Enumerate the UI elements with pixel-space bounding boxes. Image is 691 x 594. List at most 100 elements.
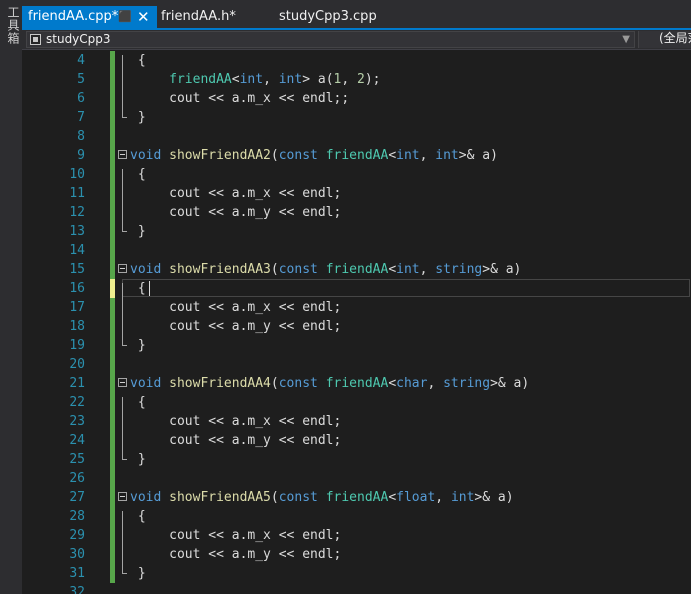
code-text: void showFriendAA4(const friendAA<char, …	[130, 374, 529, 393]
code-token: {	[137, 167, 146, 182]
code-token: char	[396, 376, 428, 391]
code-editor[interactable]: 4 {5 friendAA<int, int> a(1, 2); 6 cout <…	[22, 50, 691, 594]
code-line[interactable]: 21 void showFriendAA4(const friendAA<char…	[22, 374, 691, 393]
change-marker	[110, 488, 115, 507]
code-token: }	[137, 338, 146, 353]
change-marker	[110, 184, 115, 203]
code-token: string	[435, 262, 483, 277]
tab-friendaa-h[interactable]: friendAA.h*	[161, 6, 236, 28]
line-number: 15	[69, 262, 85, 277]
code-token: (	[325, 72, 334, 87]
block-guide-end	[122, 117, 127, 118]
code-token: (	[270, 148, 279, 163]
text-caret	[148, 281, 150, 296]
tab-studycpp3-cpp[interactable]: studyCpp3.cpp	[279, 6, 377, 28]
code-line[interactable]: 27 void showFriendAA5(const friendAA<floa…	[22, 488, 691, 507]
code-token: }	[137, 224, 146, 239]
code-token: friendAA	[325, 148, 389, 163]
code-token: cout << a.	[137, 91, 248, 106]
code-text: cout << a.m_x << endl;	[130, 184, 341, 203]
code-token: {	[137, 395, 146, 410]
block-guide	[122, 511, 123, 573]
code-token: m_x	[247, 186, 271, 201]
code-token: << endl;;	[270, 91, 350, 106]
line-number: 16	[69, 281, 85, 296]
code-token: ,	[419, 262, 436, 277]
line-number: 20	[69, 357, 85, 372]
change-marker	[110, 507, 115, 526]
code-token: 2	[357, 72, 365, 87]
code-token: (	[270, 376, 279, 391]
line-number: 28	[69, 509, 85, 524]
code-token: const	[278, 376, 318, 391]
code-token: friendAA	[325, 490, 389, 505]
line-number: 14	[69, 243, 85, 258]
code-token: <	[231, 72, 240, 87]
code-text: {	[130, 279, 150, 298]
code-text: friendAA<int, int> a(1, 2);	[130, 70, 381, 89]
code-token: cout << a.	[137, 528, 248, 543]
collapse-icon[interactable]	[118, 492, 127, 501]
code-token: << endl;	[270, 433, 342, 448]
change-marker	[110, 89, 115, 108]
project-icon	[30, 34, 41, 45]
code-token: ,	[427, 376, 444, 391]
change-marker	[110, 545, 115, 564]
line-number: 10	[69, 167, 85, 182]
code-line[interactable]: 20	[22, 355, 691, 374]
code-token: float	[396, 490, 436, 505]
pin-icon[interactable]: ⬛	[118, 6, 132, 28]
collapse-icon[interactable]	[118, 264, 127, 273]
code-token: cout << a.	[137, 205, 248, 220]
code-token: friendAA	[169, 72, 232, 87]
code-token: <	[388, 376, 397, 391]
tab-friendaa-cpp[interactable]: friendAA.cpp* ⬛ ✕	[22, 6, 157, 30]
code-text: }	[130, 564, 146, 583]
code-line[interactable]: 32	[22, 583, 691, 594]
code-token: {	[137, 281, 146, 296]
code-token: int	[278, 72, 303, 87]
change-marker	[110, 165, 115, 184]
code-token: int	[396, 148, 420, 163]
close-icon[interactable]: ✕	[137, 6, 150, 28]
side-toolbar: 工具箱	[0, 0, 23, 594]
change-marker	[110, 241, 115, 260]
code-line[interactable]: 26	[22, 469, 691, 488]
scope-dropdown[interactable]: (全局范围)	[638, 31, 691, 48]
code-token: ,	[419, 148, 436, 163]
code-token: ,	[263, 72, 279, 87]
code-token: << endl;	[270, 414, 342, 429]
code-line[interactable]: 8	[22, 127, 691, 146]
code-token: );	[364, 72, 381, 87]
code-token: }	[137, 566, 146, 581]
code-token: m_y	[247, 205, 271, 220]
code-token: << endl;	[270, 300, 342, 315]
line-number: 13	[69, 224, 85, 239]
code-text: }	[130, 336, 146, 355]
code-text: {	[130, 393, 146, 412]
code-token: >& a)	[458, 148, 498, 163]
block-guide	[122, 55, 123, 117]
change-marker	[110, 127, 115, 146]
change-marker	[110, 564, 115, 583]
code-token: << endl;	[270, 186, 342, 201]
chevron-down-icon[interactable]: ▼	[622, 32, 630, 47]
project-dropdown[interactable]: studyCpp3 ▼	[26, 31, 635, 48]
change-marker	[110, 260, 115, 279]
line-number: 30	[69, 547, 85, 562]
toolbox-tab[interactable]: 工具箱	[3, 6, 20, 45]
code-token: string	[443, 376, 491, 391]
code-token: << endl;	[270, 205, 342, 220]
change-marker	[110, 222, 115, 241]
code-line[interactable]: 9 void showFriendAA2(const friendAA<int, …	[22, 146, 691, 165]
code-token: >	[302, 72, 318, 87]
code-line[interactable]: 15 void showFriendAA3(const friendAA<int,…	[22, 260, 691, 279]
collapse-icon[interactable]	[118, 150, 127, 159]
collapse-icon[interactable]	[118, 378, 127, 387]
code-text: {	[130, 165, 146, 184]
code-text: cout << a.m_x << endl;	[130, 298, 341, 317]
code-line[interactable]: 14	[22, 241, 691, 260]
